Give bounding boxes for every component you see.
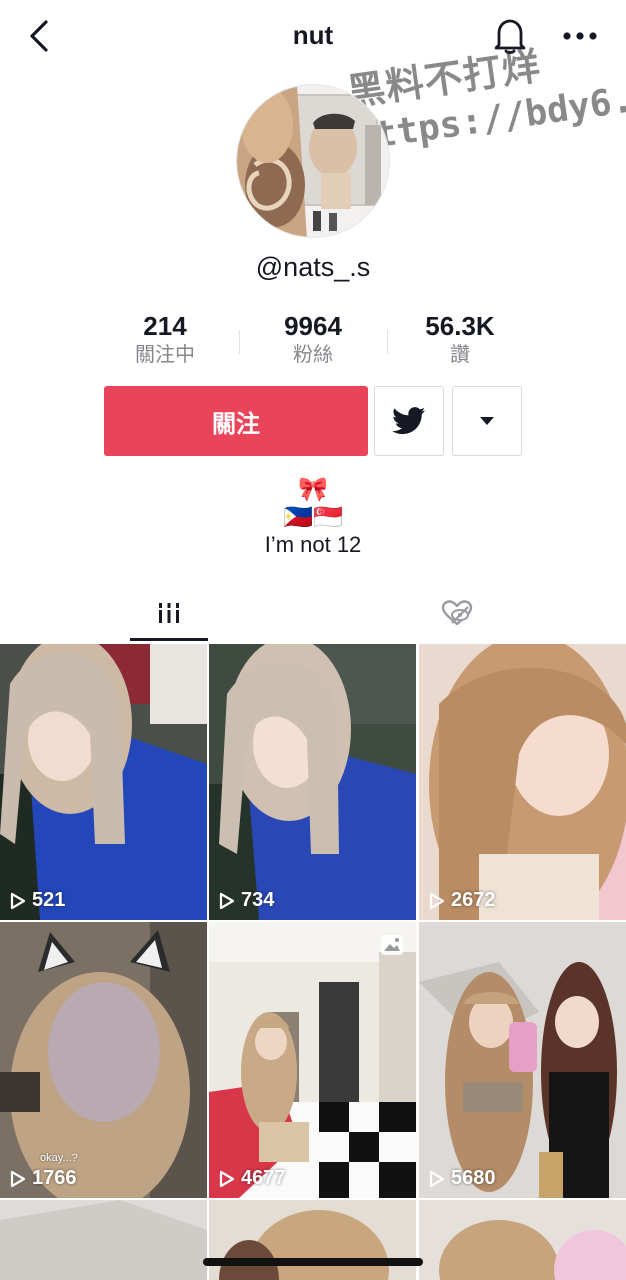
video-tile[interactable] <box>0 1200 207 1280</box>
more-horizontal-icon <box>563 32 597 40</box>
active-tab-indicator <box>130 638 208 641</box>
top-bar: nut <box>0 0 626 76</box>
watermark-line2: https://bdy6.co <box>350 73 626 160</box>
video-tile[interactable] <box>419 1200 626 1280</box>
stat-likes[interactable]: 56.3K 讚 <box>385 310 535 368</box>
avatar[interactable] <box>236 84 390 238</box>
view-count: 2672 <box>429 889 496 912</box>
profile-handle: @nats_.s <box>255 252 371 282</box>
view-count-value: 1766 <box>32 1167 77 1189</box>
twitter-icon <box>392 407 426 435</box>
grid-bars-icon <box>156 603 182 623</box>
triangle-down-icon <box>480 417 494 425</box>
page-title: nut <box>292 20 334 50</box>
view-count: 4677 <box>219 1167 286 1190</box>
following-label: 關注中 <box>135 344 195 366</box>
view-count-value: 4677 <box>241 1167 286 1189</box>
play-icon <box>429 1170 445 1187</box>
video-tile[interactable]: 4677 <box>209 922 416 1198</box>
home-indicator[interactable] <box>203 1258 423 1266</box>
likes-count: 56.3K <box>425 311 495 341</box>
more-profile-dropdown[interactable] <box>452 386 522 456</box>
video-caption: okay...? <box>40 1152 78 1164</box>
profile-tabs <box>0 585 626 641</box>
followers-count: 9964 <box>284 311 342 341</box>
video-tile[interactable]: okay...? 1766 <box>0 922 207 1198</box>
following-count: 214 <box>143 311 187 341</box>
profile-stats: 214 關注中 9964 粉絲 56.3K 讚 <box>0 310 626 370</box>
tab-liked[interactable] <box>418 585 496 641</box>
stat-following[interactable]: 214 關注中 <box>90 310 240 368</box>
tab-videos[interactable] <box>130 585 208 641</box>
bell-icon <box>494 19 526 54</box>
play-icon <box>219 1170 235 1187</box>
bio-emoji-bow: 🎀 <box>298 476 328 503</box>
play-icon <box>219 892 235 909</box>
followers-label: 粉絲 <box>293 344 333 366</box>
likes-label: 讚 <box>450 344 470 366</box>
heart-hidden-icon <box>441 600 473 626</box>
photo-mode-icon <box>380 934 404 961</box>
play-icon <box>10 1170 26 1187</box>
view-count: 734 <box>219 889 274 912</box>
view-count: 5680 <box>429 1167 496 1190</box>
video-tile[interactable]: 2672 <box>419 644 626 920</box>
view-count-value: 2672 <box>451 889 496 911</box>
follow-button[interactable]: 關注 <box>104 386 368 456</box>
more-options-button[interactable] <box>558 20 602 52</box>
notification-button[interactable] <box>490 15 530 57</box>
bio-emoji-flags: 🇵🇭🇸🇬 <box>283 504 343 531</box>
view-count-value: 734 <box>241 889 275 911</box>
stat-followers[interactable]: 9964 粉絲 <box>238 310 388 368</box>
view-count: 1766 <box>10 1167 77 1190</box>
video-tile[interactable]: 521 <box>0 644 207 920</box>
play-icon <box>429 892 445 909</box>
video-tile[interactable]: 5680 <box>419 922 626 1198</box>
twitter-button[interactable] <box>374 386 444 456</box>
play-icon <box>10 892 26 909</box>
video-tile[interactable] <box>209 1200 416 1280</box>
video-tile[interactable]: 734 <box>209 644 416 920</box>
bio-text: I’m not 12 <box>264 532 362 557</box>
view-count: 521 <box>10 889 65 912</box>
view-count-value: 5680 <box>451 1167 496 1189</box>
view-count-value: 521 <box>32 889 66 911</box>
